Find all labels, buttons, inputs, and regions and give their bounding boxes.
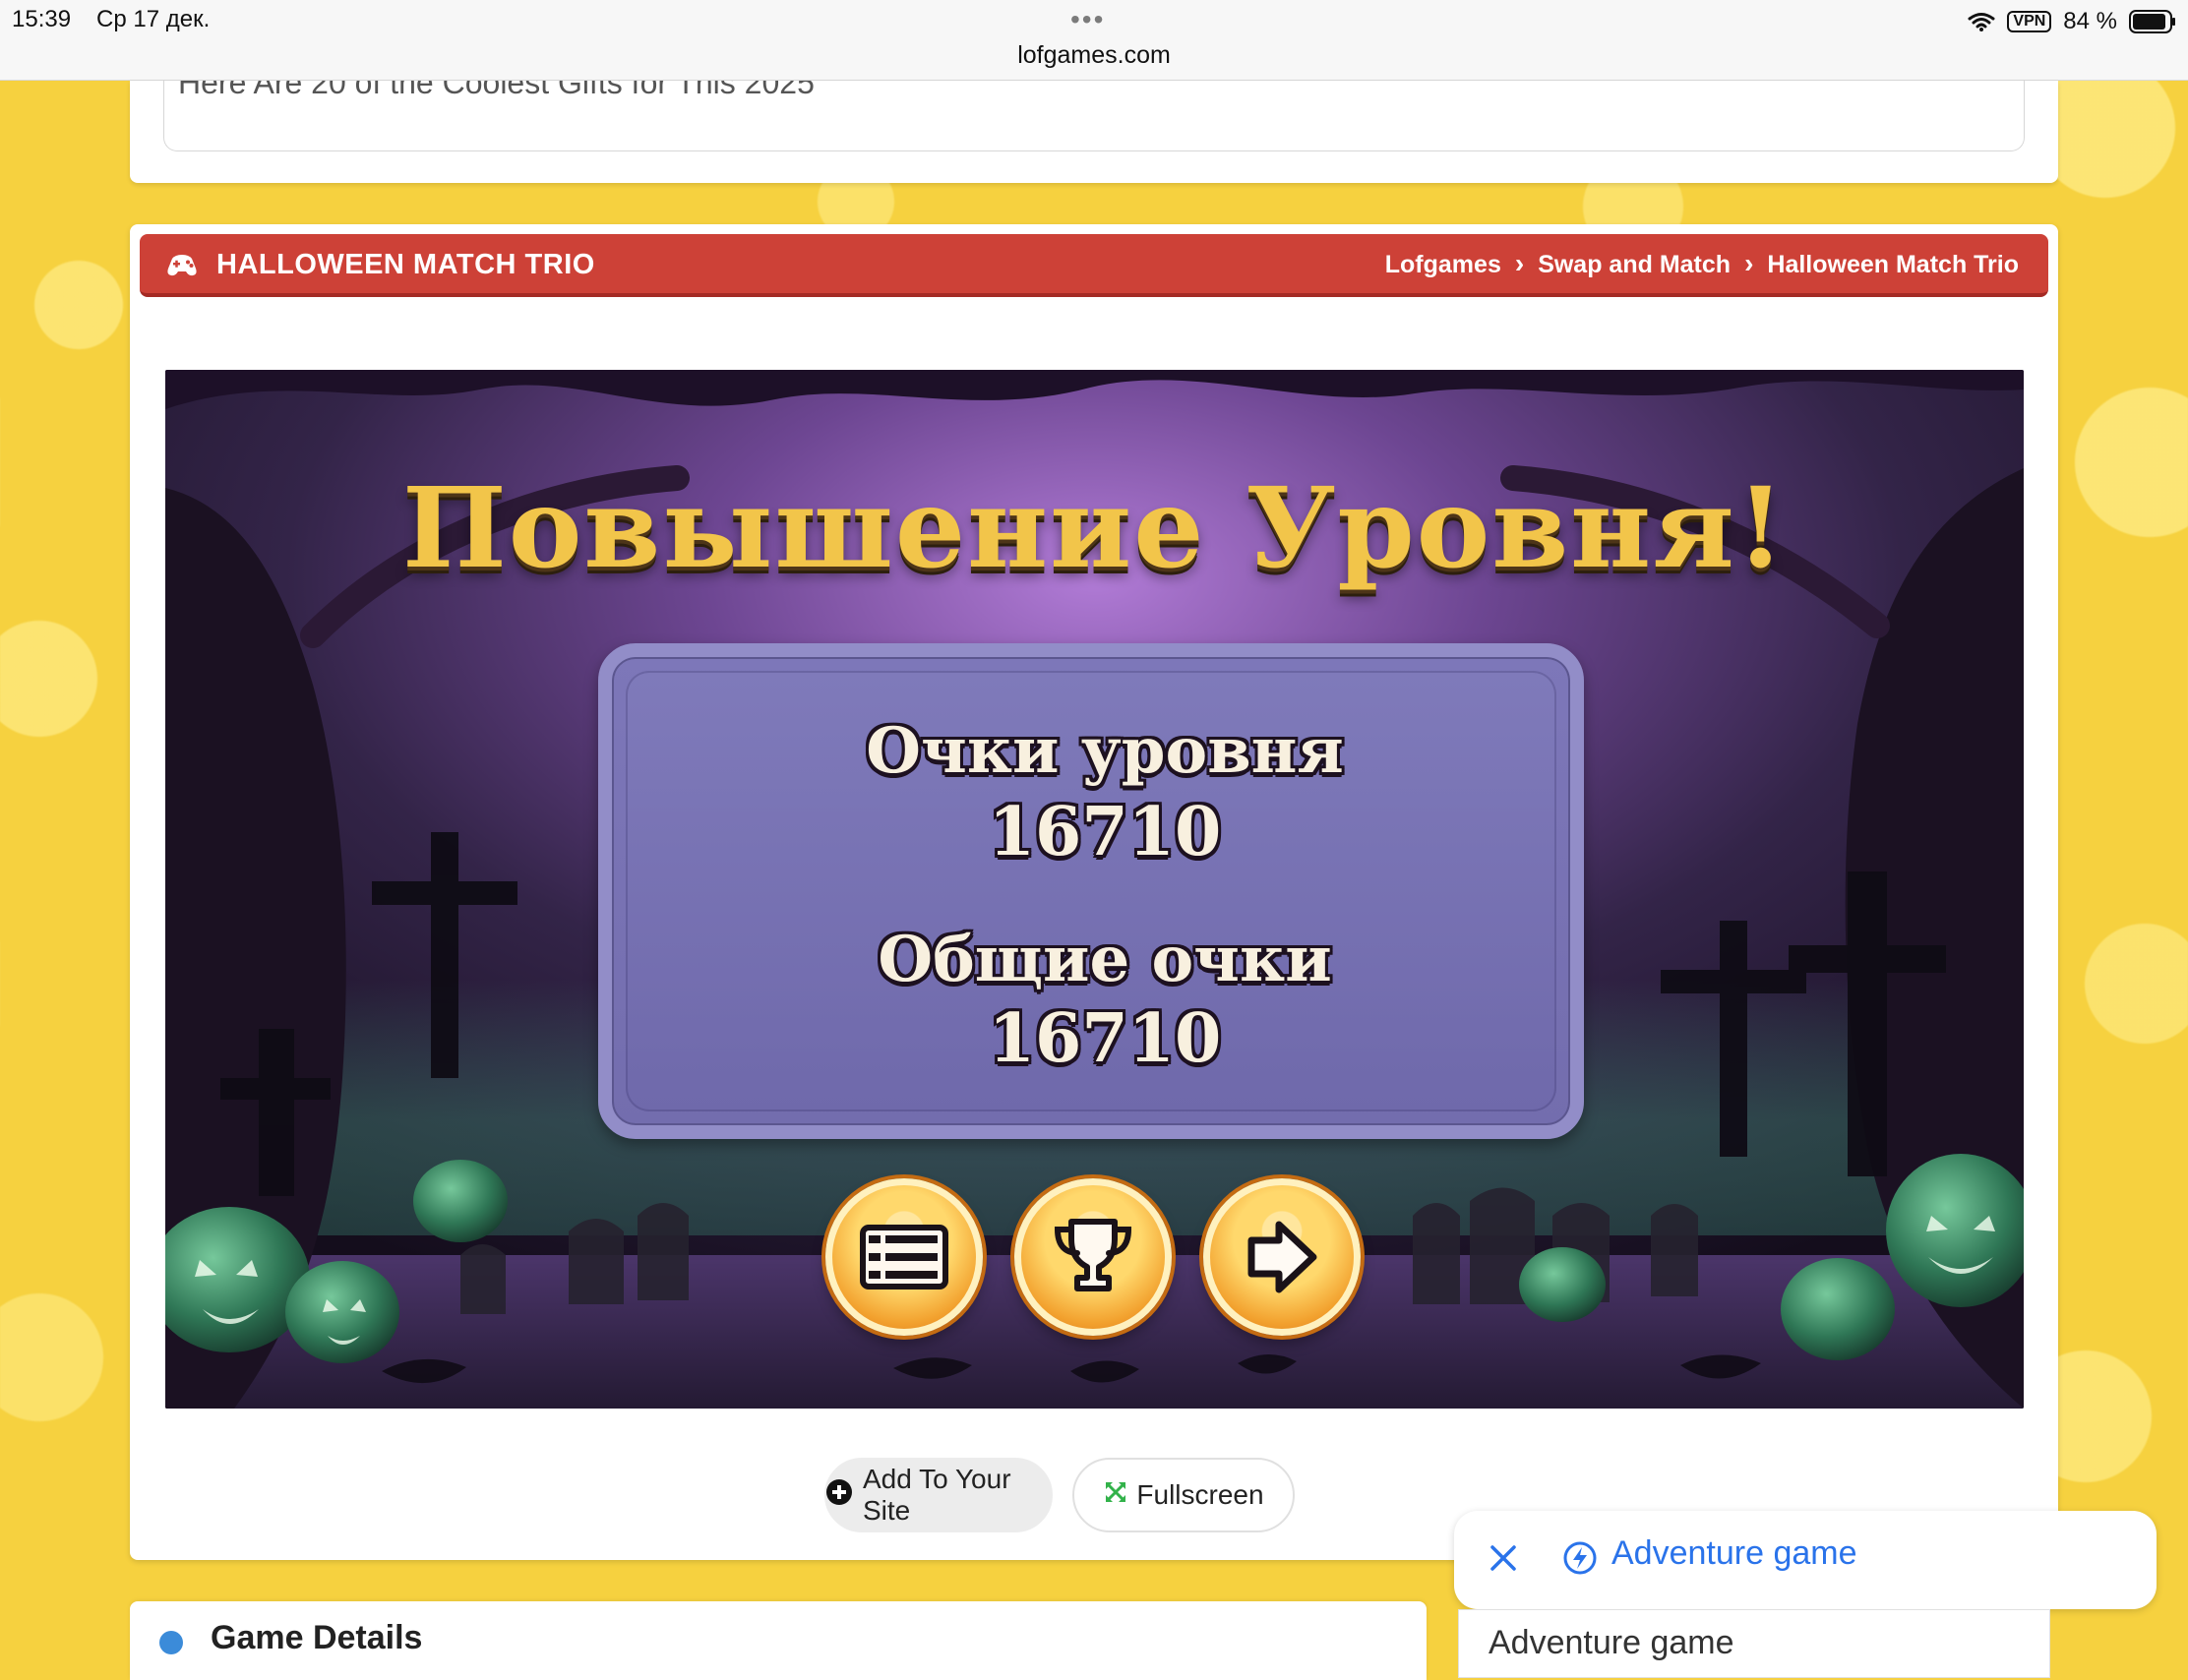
promo-text[interactable]: Here Are 20 of the Coolest Gifts for Thi… [178, 81, 815, 101]
ad-label[interactable]: Adventure game [1611, 1534, 1857, 1573]
menu-button[interactable] [825, 1178, 983, 1336]
promo-card: Here Are 20 of the Coolest Gifts for Thi… [130, 81, 2058, 183]
game-title: HALLOWEEN MATCH TRIO [216, 249, 595, 280]
breadcrumb: Lofgames › Swap and Match › Halloween Ma… [1385, 247, 2019, 279]
status-right: VPN 84 % [1968, 8, 2176, 35]
browser-options-dots[interactable]: ••• [1070, 4, 1105, 35]
ad-card: Adventure game [1458, 1609, 2050, 1678]
status-time: 15:39 [12, 6, 72, 32]
game-details-card: Game Details [130, 1601, 1427, 1680]
breadcrumb-separator: › [1514, 247, 1525, 278]
total-score-label: Общие очки [878, 923, 1332, 996]
arrow-right-icon [1247, 1221, 1317, 1293]
gamepad-icon [165, 254, 199, 282]
trophy-icon [1054, 1219, 1132, 1291]
next-level-button[interactable] [1203, 1178, 1361, 1336]
game-card: HALLOWEEN MATCH TRIO Lofgames › Swap and… [130, 224, 2058, 1560]
total-score-value: 16710 [988, 999, 1222, 1078]
fullscreen-label: Fullscreen [1136, 1479, 1264, 1510]
breadcrumb-separator: › [1744, 247, 1754, 278]
ad-popup[interactable]: Adventure game [1454, 1511, 2157, 1609]
add-to-your-site-label: Add To Your Site [863, 1464, 1011, 1526]
breadcrumb-current[interactable]: Halloween Match Trio [1767, 251, 2019, 279]
game-canvas[interactable]: Повышение Уровня! Очки уровня 16710 Общи… [165, 370, 2024, 1409]
lightning-icon [1562, 1540, 1598, 1581]
fullscreen-icon [1103, 1479, 1128, 1512]
wifi-icon [1968, 12, 1995, 31]
plus-circle-icon [825, 1478, 853, 1513]
breadcrumb-category[interactable]: Swap and Match [1538, 251, 1731, 279]
promo-inner: Here Are 20 of the Coolest Gifts for Thi… [163, 81, 2025, 151]
battery-percent: 84 % [2063, 8, 2117, 34]
vpn-badge: VPN [2007, 11, 2052, 32]
ad-card-text: Adventure game [1489, 1624, 1734, 1661]
fullscreen-button[interactable]: Fullscreen [1072, 1458, 1295, 1532]
close-icon[interactable] [1486, 1540, 1521, 1576]
game-details-title: Game Details [211, 1619, 423, 1656]
info-icon [159, 1631, 183, 1654]
trophy-button[interactable] [1014, 1178, 1172, 1336]
battery-icon [2129, 10, 2176, 33]
breadcrumb-home[interactable]: Lofgames [1385, 251, 1501, 279]
address-bar[interactable]: lofgames.com [0, 41, 2188, 70]
score-panel: Очки уровня 16710 Общие очки 16710 [598, 643, 1584, 1139]
game-title-bar: HALLOWEEN MATCH TRIO Lofgames › Swap and… [140, 234, 2048, 297]
level-score-label: Очки уровня [866, 714, 1344, 788]
level-score-value: 16710 [988, 793, 1222, 871]
browser-status-bar: 15:39 Ср 17 дек. ••• lofgames.com VPN 84… [0, 0, 2188, 81]
level-up-title: Повышение Уровня! [401, 464, 1788, 593]
menu-icon [860, 1225, 948, 1290]
add-to-your-site-button[interactable]: Add To Your Site [824, 1458, 1053, 1532]
status-date: Ср 17 дек. [96, 6, 211, 32]
